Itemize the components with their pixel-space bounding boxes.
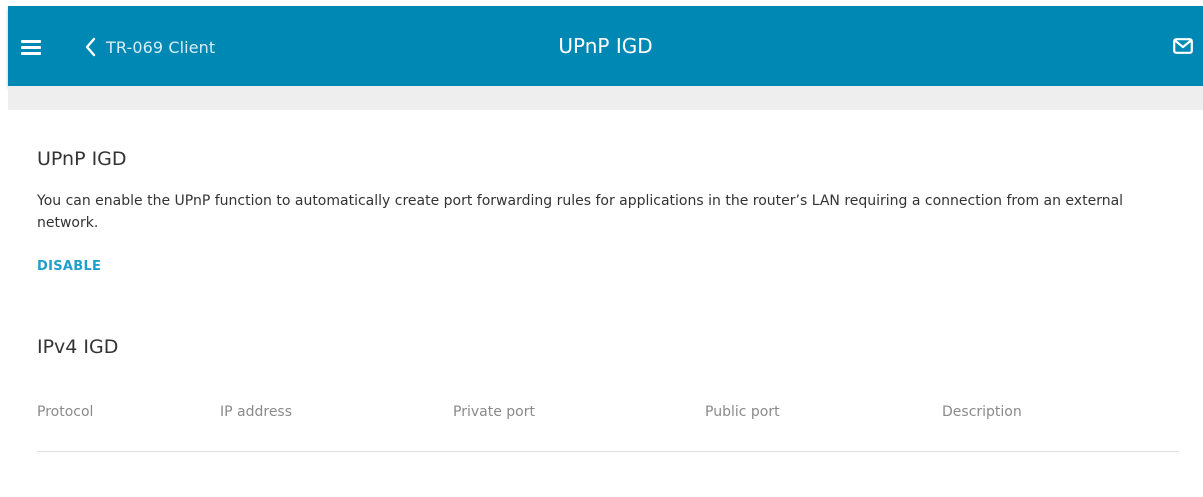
column-header-private-port: Private port	[453, 404, 535, 420]
column-header-public-port: Public port	[705, 404, 780, 420]
chevron-left-icon	[85, 37, 96, 57]
main-content: UPnP IGD You can enable the UPnP functio…	[8, 110, 1203, 497]
ipv4-table-header: Protocol IP address Private port Public …	[37, 404, 1179, 424]
column-header-protocol: Protocol	[37, 404, 94, 420]
upnp-description: You can enable the UPnP function to auto…	[37, 193, 1124, 231]
column-header-description: Description	[942, 404, 1022, 420]
upnp-section-title: UPnP IGD	[37, 148, 127, 170]
ipv4-igd-title: IPv4 IGD	[37, 336, 119, 358]
back-link[interactable]: TR-069 Client	[84, 34, 215, 60]
top-bar: TR-069 Client UPnP IGD	[8, 6, 1203, 86]
page-title: UPnP IGD	[558, 34, 653, 58]
header-shadow-strip	[8, 86, 1203, 110]
disable-button[interactable]: DISABLE	[37, 259, 101, 274]
envelope-icon[interactable]	[1173, 38, 1193, 54]
column-header-ip-address: IP address	[220, 404, 293, 420]
table-divider	[37, 451, 1179, 452]
back-link-label: TR-069 Client	[106, 37, 216, 57]
hamburger-menu-icon[interactable]	[21, 40, 41, 56]
